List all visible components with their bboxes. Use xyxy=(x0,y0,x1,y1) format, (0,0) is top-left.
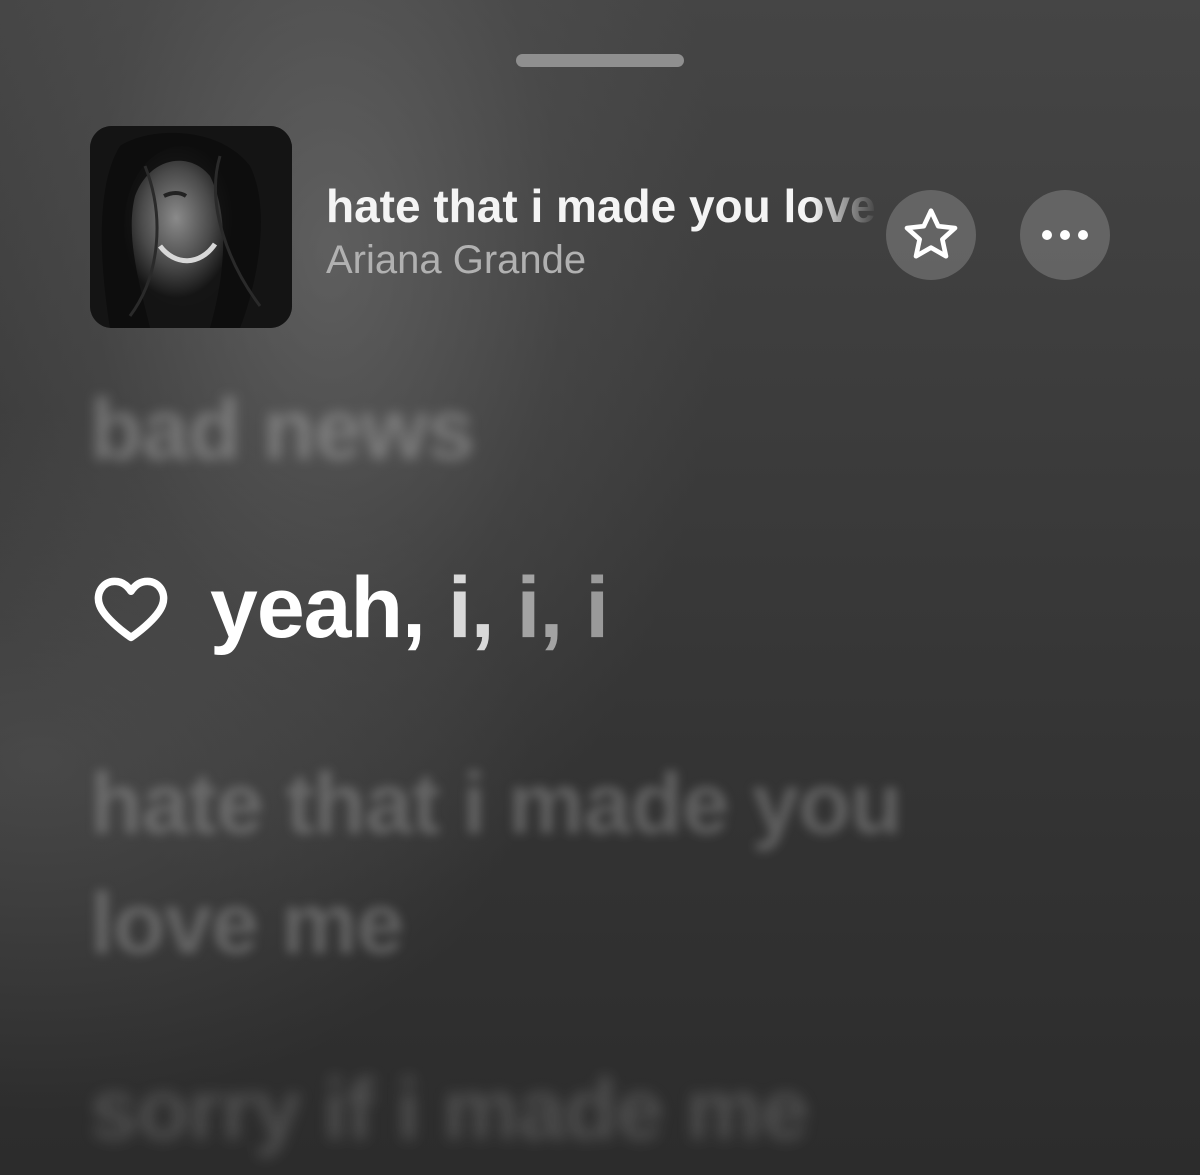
lyric-line-previous[interactable]: bad news xyxy=(90,370,475,490)
track-artist[interactable]: Ariana Grande xyxy=(326,234,878,286)
now-playing-header: hate that i made you love me Ariana Gran… xyxy=(90,126,1120,328)
album-artwork-image xyxy=(90,126,292,328)
star-icon xyxy=(904,208,958,259)
favorite-button[interactable] xyxy=(886,190,976,280)
lyric-word: i, xyxy=(447,560,495,656)
lyric-line-current[interactable]: yeah, i, i, i xyxy=(90,548,609,668)
ellipsis-icon xyxy=(1042,230,1088,240)
more-options-button[interactable] xyxy=(1020,190,1110,280)
lyric-word: i, xyxy=(516,560,564,656)
heart-icon xyxy=(94,577,168,642)
track-info[interactable]: hate that i made you love me Ariana Gran… xyxy=(326,178,878,286)
track-title: hate that i made you love me xyxy=(326,180,878,232)
lyric-line-next[interactable]: hate that i made you love me xyxy=(90,744,902,984)
lyric-line-next-part: hate that i made you xyxy=(90,756,902,852)
lyric-word: yeah, xyxy=(210,560,426,656)
sheet-grabber-handle[interactable] xyxy=(516,54,684,67)
album-artwork[interactable] xyxy=(90,126,292,328)
lyric-line-later[interactable]: sorry if i made me xyxy=(90,1050,809,1170)
lyric-line-next-part: love me xyxy=(90,876,404,972)
lyric-word: i xyxy=(585,560,609,656)
